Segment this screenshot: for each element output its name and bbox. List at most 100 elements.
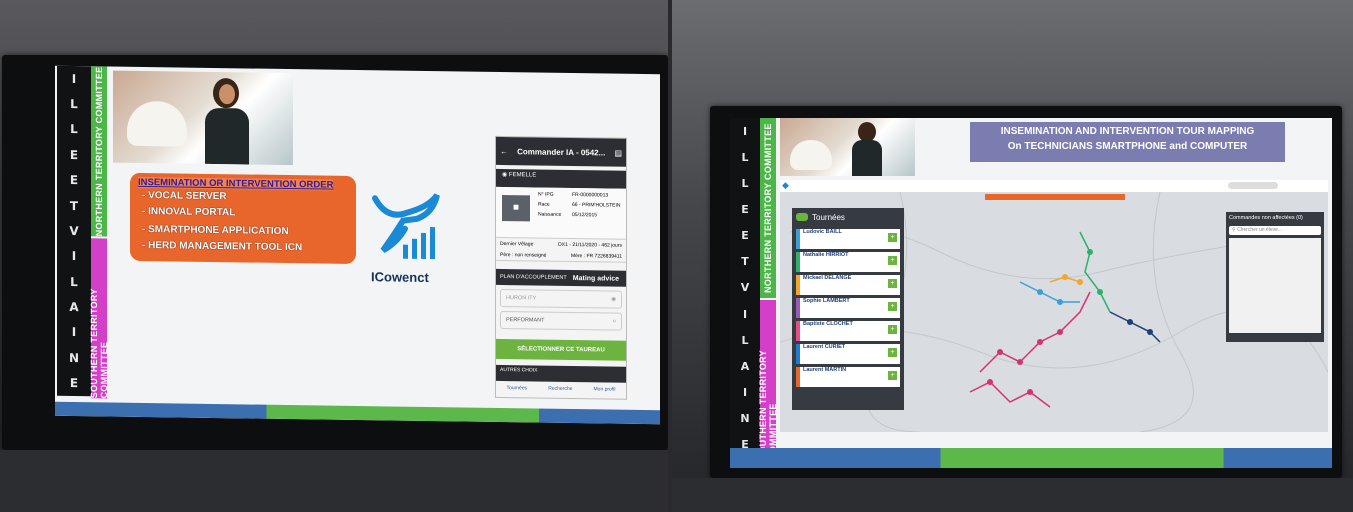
letter: E: [69, 376, 79, 391]
letter: L: [741, 150, 749, 164]
phone-header: ← Commander IA - 0542... ▤: [496, 136, 626, 167]
camera-icon[interactable]: ■: [502, 195, 530, 222]
right-side-letters: I L L E E T V I L A I N E: [730, 118, 760, 458]
tours-title: Tournées: [812, 212, 845, 222]
southern-committee-band: SOUTHERN TERRITORY COMMITTEE: [89, 238, 109, 399]
tour-item[interactable]: Laurent MARTIN +: [796, 367, 900, 387]
left-side-letters: I L L E E T V I L A I N E: [57, 65, 91, 397]
search-placeholder: Chercher un éleve...: [1237, 227, 1283, 233]
mating-choice[interactable]: PERFORMANT ○: [500, 310, 622, 331]
map-title-line1: INSEMINATION AND INTERVENTION TOUR MAPPI…: [1000, 126, 1255, 137]
order-item: - INNOVAL PORTAL: [142, 205, 236, 219]
southern-committee-label: SOUTHERN TERRITORY COMMITTEE: [758, 350, 778, 460]
unassigned-search[interactable]: ⚲ Chercher un éleve...: [1229, 226, 1321, 235]
northern-committee-label: NORTHERN TERRITORY COMMITTEE: [94, 66, 104, 237]
right-tv-screen: I L L E E T V I L A I N E NORTHERN TERRI…: [730, 118, 1332, 468]
add-icon[interactable]: +: [888, 256, 897, 265]
tour-name: Baptiste CLOCHET: [803, 321, 853, 327]
tour-item[interactable]: Ludovic BAILL +: [796, 229, 900, 249]
bottom-stripe: [730, 448, 1332, 468]
letter: I: [742, 124, 748, 138]
tour-name: Sophie LAMBERT: [803, 298, 850, 304]
add-icon[interactable]: +: [888, 371, 897, 380]
radio-icon[interactable]: ○: [613, 319, 616, 325]
radio-icon[interactable]: ◉: [611, 297, 616, 303]
letter: N: [68, 350, 80, 365]
nav-recherche[interactable]: Recherche: [548, 386, 572, 392]
add-icon[interactable]: +: [888, 279, 897, 288]
unassigned-list: [1229, 238, 1321, 333]
row-label: Naissance: [538, 211, 562, 218]
letter: I: [71, 71, 77, 86]
plan-label: PLAN D'ACCOUPLEMENT: [500, 273, 567, 281]
letter: T: [69, 198, 79, 213]
autres-choix-bar[interactable]: AUTRES CHOIX: [496, 364, 626, 383]
letter: L: [70, 274, 78, 289]
left-photo: I L L E E T V I L A I N E NORTHERN TERRI…: [0, 0, 668, 512]
tour-item[interactable]: Laurent CURIET +: [796, 344, 900, 364]
letter: E: [741, 229, 749, 243]
app-badge-icon: [796, 213, 808, 221]
tour-item[interactable]: Mickael DELANGE +: [796, 275, 900, 295]
letter: L: [741, 333, 749, 347]
plan-accouplement-bar: PLAN D'ACCOUPLEMENT Mating advice: [496, 268, 626, 287]
pere-label: Père : non renseigné: [500, 251, 547, 259]
map-title-line2: On TECHNICIANS SMARTPHONE and COMPUTER: [1007, 141, 1248, 152]
letter: L: [70, 122, 78, 137]
document-icon[interactable]: ▤: [614, 148, 622, 157]
tour-item[interactable]: Baptiste CLOCHET +: [796, 321, 900, 341]
phone-app-mockup: ← Commander IA - 0542... ▤ ◉ FEMELLE ■ N…: [495, 135, 627, 400]
row-value: FR-0000000013: [572, 191, 609, 199]
tours-panel-header: Tournées: [792, 208, 904, 226]
letter: V: [740, 281, 750, 295]
left-tv-stand: [0, 450, 668, 512]
letter: L: [70, 97, 78, 112]
letter: I: [742, 307, 748, 321]
animal-card: ■ N° IPG FR-0000000013 Race 66 - PRIM'HO…: [496, 186, 626, 240]
location-pin-icon: ◉: [502, 172, 508, 179]
insemination-order-box: INSEMINATION OR INTERVENTION ORDER - VOC…: [130, 172, 356, 264]
toolbar-pill[interactable]: [1228, 182, 1278, 189]
mating-advice-label: Mating advice: [572, 274, 620, 283]
cow-shape: [790, 140, 832, 170]
woman-with-cow-photo: [780, 118, 915, 176]
tour-name: Mickael DELANGE: [803, 275, 852, 281]
femelle-section: ◉ FEMELLE: [496, 168, 626, 189]
letter: T: [741, 255, 749, 269]
phone-bottom-nav: Tournées Recherche Mon profil: [496, 381, 626, 393]
map-orange-bar: [985, 194, 1125, 200]
mating-choice[interactable]: HURON ITY ◉: [500, 288, 622, 309]
woman-head: [858, 122, 876, 142]
right-tv-stand: [672, 478, 1353, 512]
letter: A: [740, 359, 750, 373]
northern-committee-band: NORTHERN TERRITORY COMMITTEE: [91, 66, 107, 237]
add-icon[interactable]: +: [888, 302, 897, 311]
row-value: 05/12/2015: [572, 211, 598, 219]
nav-tournees[interactable]: Tournées: [507, 385, 528, 391]
tour-name: Nathalie HIRRIOT: [803, 252, 849, 258]
cow-horns-icon: [372, 193, 440, 260]
tours-panel: Tournées Ludovic BAILL + Nathalie HIRRIOT +…: [792, 208, 904, 410]
letter: I: [71, 249, 77, 264]
choice-label: PERFORMANT: [506, 317, 545, 324]
tour-name: Ludovic BAILL: [803, 229, 842, 235]
unassigned-header: Commandes non affectées (0): [1229, 215, 1303, 221]
tour-item[interactable]: Sophie LAMBERT +: [796, 298, 900, 318]
add-icon[interactable]: +: [888, 325, 897, 334]
letter: I: [71, 325, 77, 340]
northern-committee-label: NORTHERN TERRITORY COMMITTEE: [763, 123, 773, 293]
order-item: - HERD MANAGEMENT TOOL ICN: [142, 239, 303, 254]
back-arrow-icon[interactable]: ←: [500, 146, 508, 155]
order-item: - SMARTPHONE APPLICATION: [142, 223, 289, 238]
nav-profil[interactable]: Mon profil: [594, 386, 616, 392]
row-value: 66 - PRIM'HOLSTEIN: [572, 201, 621, 209]
tour-item[interactable]: Nathalie HIRRIOT +: [796, 252, 900, 272]
tour-name: Laurent MARTIN: [803, 367, 847, 373]
select-bull-button[interactable]: SÉLECTIONNER CE TAUREAU: [496, 338, 626, 361]
southern-committee-band: SOUTHERN TERRITORY COMMITTEE: [758, 300, 778, 460]
letter: A: [69, 300, 79, 315]
add-icon[interactable]: +: [888, 233, 897, 242]
dernier-velage-value: DX1 - 21/11/2020 - 462 jours: [558, 241, 622, 249]
add-icon[interactable]: +: [888, 348, 897, 357]
tour-name: Laurent CURIET: [803, 344, 846, 350]
